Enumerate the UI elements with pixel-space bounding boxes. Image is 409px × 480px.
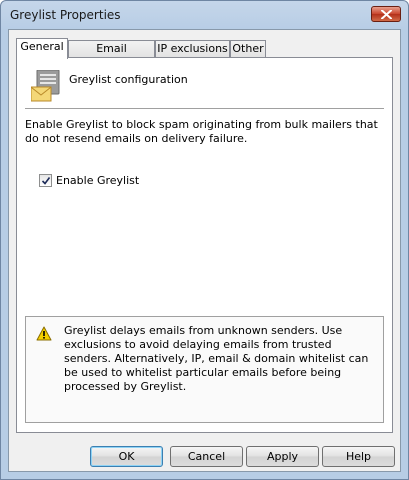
enable-greylist-checkbox[interactable]: [39, 174, 52, 187]
general-tab-panel: Greylist configuration Enable Greylist t…: [16, 57, 393, 433]
help-button[interactable]: Help: [322, 446, 395, 467]
notice-text: Greylist delays emails from unknown send…: [64, 324, 369, 393]
ok-button[interactable]: OK: [90, 446, 163, 467]
email-config-icon: [30, 69, 61, 102]
section-title: Greylist configuration: [69, 73, 188, 86]
checkmark-icon: [41, 177, 51, 185]
tab-ip-exclusions[interactable]: IP exclusions: [155, 40, 230, 57]
divider: [25, 108, 384, 109]
enable-greylist-label[interactable]: Enable Greylist: [56, 174, 139, 187]
dialog-client-area: General Email exclusions IP exclusions O…: [8, 29, 401, 472]
tab-email-exclusions[interactable]: Email exclusions: [68, 40, 155, 70]
window-title: Greylist Properties: [10, 8, 121, 22]
tab-other[interactable]: Other: [230, 40, 266, 57]
apply-button[interactable]: Apply: [246, 446, 319, 467]
greylist-properties-window: Greylist Properties General Email exclus…: [0, 0, 409, 480]
title-bar[interactable]: Greylist Properties: [1, 1, 408, 29]
close-button[interactable]: [371, 6, 401, 22]
tab-general[interactable]: General: [16, 38, 68, 59]
close-icon: [381, 10, 392, 19]
warning-icon: [36, 326, 52, 341]
description-text: Enable Greylist to block spam originatin…: [25, 118, 378, 145]
cancel-button[interactable]: Cancel: [170, 446, 243, 467]
info-notice-box: Greylist delays emails from unknown send…: [25, 316, 384, 423]
